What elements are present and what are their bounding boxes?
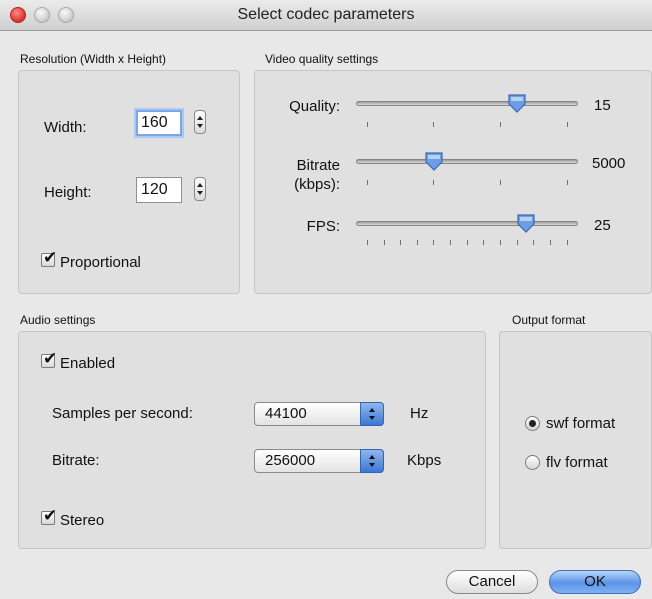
stereo-label: Stereo	[60, 512, 105, 529]
fps-value: 25	[594, 217, 611, 234]
tick	[567, 240, 568, 245]
tick	[533, 240, 534, 245]
audio-bitrate-popup-value: 256000	[265, 452, 316, 469]
tick	[500, 122, 501, 127]
tick	[500, 240, 501, 245]
bitrate-value: 5000	[592, 155, 626, 172]
samples-unit: Hz	[410, 405, 429, 422]
fps-slider-track[interactable]	[356, 221, 578, 226]
tick	[433, 240, 434, 245]
enabled-label: Enabled	[60, 355, 116, 372]
bitrate-label: Bitrate (kbps):	[262, 156, 340, 194]
bitrate-label-line1: Bitrate	[296, 157, 340, 174]
width-stepper[interactable]	[194, 110, 206, 134]
tick	[567, 122, 568, 127]
audio-bitrate-unit: Kbps	[407, 452, 442, 469]
tick	[567, 180, 568, 185]
quality-slider-knob[interactable]	[507, 93, 527, 113]
stepper-up-icon	[197, 116, 203, 120]
tick	[367, 240, 368, 245]
tick	[433, 122, 434, 127]
fps-label: FPS:	[306, 218, 340, 235]
stepper-down-icon	[197, 124, 203, 128]
tick	[367, 122, 368, 127]
audio-bitrate-popup[interactable]: 256000	[254, 449, 384, 473]
proportional-checkbox[interactable]: ✔	[41, 248, 57, 268]
samples-label: Samples per second:	[52, 405, 193, 422]
tick	[417, 240, 418, 245]
tick	[467, 240, 468, 245]
proportional-label: Proportional	[60, 254, 141, 271]
tick	[384, 240, 385, 245]
flv-format-label: flv format	[546, 454, 608, 471]
tick	[550, 240, 551, 245]
flv-format-radio[interactable]	[525, 455, 540, 470]
samples-popup-value: 44100	[265, 405, 307, 422]
tick	[433, 180, 434, 185]
radio-selected-dot	[529, 420, 536, 427]
swf-format-radio[interactable]	[525, 416, 540, 431]
cancel-button[interactable]: Cancel	[446, 570, 538, 594]
tick	[500, 180, 501, 185]
ok-button[interactable]: OK	[549, 570, 641, 594]
checkmark-icon: ✔	[43, 349, 58, 369]
tick	[367, 180, 368, 185]
tick	[450, 240, 451, 245]
title-bar: Select codec parameters	[0, 0, 652, 31]
enabled-checkbox[interactable]: ✔	[41, 349, 57, 369]
stepper-up-icon	[197, 183, 203, 187]
audio-bitrate-label: Bitrate:	[52, 452, 100, 469]
bitrate-label-line2: (kbps):	[294, 176, 340, 193]
dialog-window: Select codec parameters Resolution (Widt…	[0, 0, 652, 599]
popup-arrows-icon	[360, 402, 384, 426]
tick	[483, 240, 484, 245]
fps-slider-knob[interactable]	[516, 213, 536, 233]
quality-slider-track[interactable]	[356, 101, 578, 106]
checkmark-icon: ✔	[43, 506, 58, 526]
tick	[400, 240, 401, 245]
bitrate-slider-knob[interactable]	[424, 151, 444, 171]
output-group	[499, 331, 652, 549]
audio-group-label: Audio settings	[20, 313, 96, 327]
width-label: Width:	[44, 119, 87, 136]
quality-label: Quality:	[289, 98, 340, 115]
checkmark-icon: ✔	[43, 248, 58, 268]
stepper-down-icon	[197, 191, 203, 195]
video-group-label: Video quality settings	[265, 52, 379, 66]
samples-popup[interactable]: 44100	[254, 402, 384, 426]
bitrate-slider-track[interactable]	[356, 159, 578, 164]
output-group-label: Output format	[512, 313, 586, 327]
resolution-group-label: Resolution (Width x Height)	[20, 52, 167, 66]
height-label: Height:	[44, 184, 92, 201]
height-field[interactable]: 120	[136, 177, 182, 203]
popup-arrows-icon	[360, 449, 384, 473]
width-field[interactable]: 160	[136, 110, 182, 136]
stereo-checkbox[interactable]: ✔	[41, 506, 57, 526]
swf-format-label: swf format	[546, 415, 616, 432]
tick	[517, 240, 518, 245]
window-title: Select codec parameters	[237, 6, 415, 23]
quality-value: 15	[594, 97, 611, 114]
height-stepper[interactable]	[194, 177, 206, 201]
